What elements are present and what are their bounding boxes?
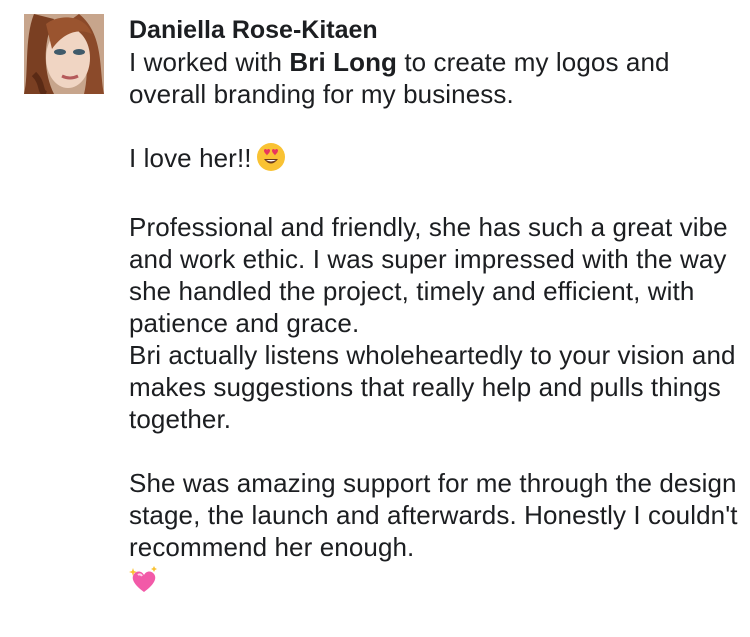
profile-photo-icon (24, 14, 104, 94)
avatar[interactable] (24, 14, 104, 94)
sparkling-heart-emoji-icon (129, 565, 159, 600)
heart-eyes-emoji-icon (256, 142, 286, 179)
love-text: I love her!! (129, 143, 252, 173)
closing-emoji-line (129, 565, 739, 599)
mention-link[interactable]: Bri Long (289, 47, 397, 77)
intro-prefix: I worked with (129, 47, 290, 77)
review-content: Daniella Rose-Kitaen I worked with Bri L… (129, 14, 739, 599)
paragraph-support: She was amazing support for me through t… (129, 468, 738, 562)
author-name[interactable]: Daniella Rose-Kitaen (129, 14, 739, 46)
love-line: I love her!! (129, 142, 739, 179)
intro-paragraph: I worked with Bri Long to create my logo… (129, 46, 739, 110)
paragraph-professional: Professional and friendly, she has such … (129, 212, 728, 338)
paragraph-listens: Bri actually listens wholeheartedly to y… (129, 340, 736, 434)
